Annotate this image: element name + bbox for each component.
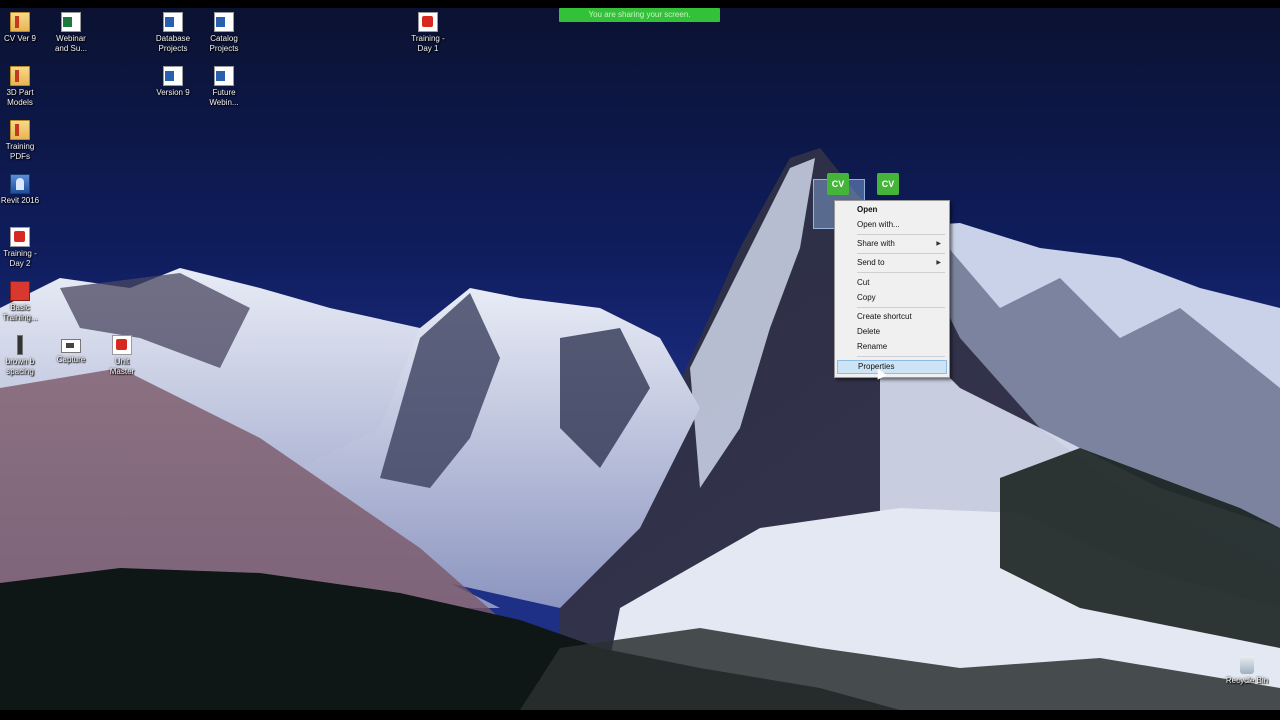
desktop-icon-label: Training - Day 1: [411, 34, 445, 53]
desktop-icon-catalog-projects[interactable]: Catalog Projects: [202, 12, 246, 54]
desktop-icon-label: Recycle Bin: [1225, 676, 1269, 685]
desktop-icon-label: Catalog Projects: [209, 34, 239, 53]
desktop-icon-label: Basic Training...: [2, 303, 38, 322]
desktop-icon-training-day-2[interactable]: Training - Day 2: [0, 227, 42, 269]
desktop-icon-label: Database Projects: [155, 34, 191, 53]
desktop-icon-webinar[interactable]: Webinar and Su...: [49, 12, 93, 54]
word-file-icon: [214, 12, 234, 32]
menu-item-create-shortcut[interactable]: Create shortcut: [837, 310, 947, 324]
desktop-icon-label: Capture: [56, 355, 86, 364]
desktop-icon-label: brown b spacing: [5, 357, 35, 376]
recycle-bin-icon: [1240, 656, 1254, 674]
menu-item-send-to[interactable]: Send to ▶: [837, 256, 947, 270]
pdf-file-icon: [418, 12, 438, 32]
word-file-icon: [214, 66, 234, 86]
word-file-icon: [163, 66, 183, 86]
menu-separator: [857, 272, 945, 273]
desktop-icon-future-webinar[interactable]: Future Webin...: [202, 66, 246, 108]
desktop[interactable]: CV Ver 9 Webinar and Su... Database Proj…: [0, 8, 1280, 710]
revit-app-icon: [10, 174, 30, 194]
desktop-icon-label: Version 9: [156, 88, 190, 97]
desktop-icon-unit-master[interactable]: Unit Master: [100, 335, 144, 377]
menu-item-delete[interactable]: Delete: [837, 325, 947, 339]
menu-item-label: Create shortcut: [857, 312, 912, 321]
menu-separator: [857, 307, 945, 308]
menu-item-label: Delete: [857, 327, 881, 336]
menu-separator: [857, 253, 945, 254]
desktop-icon-recycle-bin[interactable]: Recycle Bin: [1222, 656, 1272, 686]
desktop-icon-3d-part-models[interactable]: 3D Part Models: [0, 66, 42, 108]
desktop-icon-label: Training PDFs: [5, 142, 35, 161]
menu-item-label: Cut: [857, 278, 870, 287]
folder-icon: [10, 12, 30, 32]
desktop-icon-label: Unit Master: [109, 357, 135, 376]
desktop-icon-cv-second[interactable]: CV: [866, 173, 910, 197]
submenu-arrow-icon: ▶: [936, 241, 941, 247]
menu-item-open-with[interactable]: Open with...: [837, 218, 947, 232]
menu-item-cut[interactable]: Cut: [837, 276, 947, 290]
menu-separator: [857, 234, 945, 235]
menu-item-properties[interactable]: Properties: [837, 360, 947, 374]
context-menu[interactable]: Open Open with... Share with ▶ Send to ▶…: [834, 200, 950, 378]
desktop-icon-cv-ver-9[interactable]: CV Ver 9: [0, 12, 42, 44]
desktop-icon-label: Webinar and Su...: [54, 34, 88, 53]
menu-item-label: Share with: [857, 239, 895, 248]
folder-icon: [10, 66, 30, 86]
screen-share-banner[interactable]: You are sharing your screen.: [559, 8, 720, 22]
menu-item-share-with[interactable]: Share with ▶: [837, 237, 947, 251]
desktop-icon-training-day-1[interactable]: Training - Day 1: [406, 12, 450, 54]
desktop-icon-version-9[interactable]: Version 9: [151, 66, 195, 98]
folder-icon: [10, 120, 30, 140]
image-file-icon: [61, 339, 81, 353]
desktop-icon-database-projects[interactable]: Database Projects: [151, 12, 195, 54]
app-icon: [10, 281, 30, 301]
menu-item-label: Open with...: [857, 220, 900, 229]
desktop-icon-label: CV Ver 9: [3, 34, 36, 43]
menu-item-label: Open: [857, 205, 878, 214]
cv-app-icon: CV: [827, 173, 849, 195]
desktop-icon-label: Revit 2016: [0, 196, 40, 205]
menu-item-copy[interactable]: Copy: [837, 291, 947, 305]
desktop-icon-cv-selected[interactable]: CV: [816, 173, 860, 197]
desktop-icon-basic-training[interactable]: Basic Training...: [0, 281, 42, 323]
word-file-icon: [163, 12, 183, 32]
submenu-arrow-icon: ▶: [936, 260, 941, 266]
menu-item-rename[interactable]: Rename: [837, 340, 947, 354]
file-icon: [17, 335, 23, 355]
desktop-icon-revit-2016[interactable]: Revit 2016: [0, 174, 42, 206]
bottom-black-bar: [0, 710, 1280, 720]
desktop-icon-label: Future Webin...: [209, 88, 239, 107]
top-black-bar: [0, 0, 1280, 8]
menu-item-label: Copy: [857, 293, 876, 302]
menu-item-label: Rename: [857, 342, 888, 351]
excel-file-icon: [61, 12, 81, 32]
pdf-file-icon: [112, 335, 132, 355]
desktop-icon-training-pdfs[interactable]: Training PDFs: [0, 120, 42, 162]
desktop-icon-brown-b-spacing[interactable]: brown b spacing: [0, 335, 42, 377]
menu-item-open[interactable]: Open: [837, 203, 947, 217]
desktop-icon-label: 3D Part Models: [6, 88, 34, 107]
menu-item-label: Send to: [857, 258, 885, 267]
mountain-wallpaper: [0, 8, 1280, 710]
pdf-file-icon: [10, 227, 30, 247]
desktop-icon-label: Training - Day 2: [3, 249, 37, 268]
cv-app-icon: CV: [877, 173, 899, 195]
desktop-icon-capture[interactable]: Capture: [49, 335, 93, 365]
menu-separator: [857, 356, 945, 357]
